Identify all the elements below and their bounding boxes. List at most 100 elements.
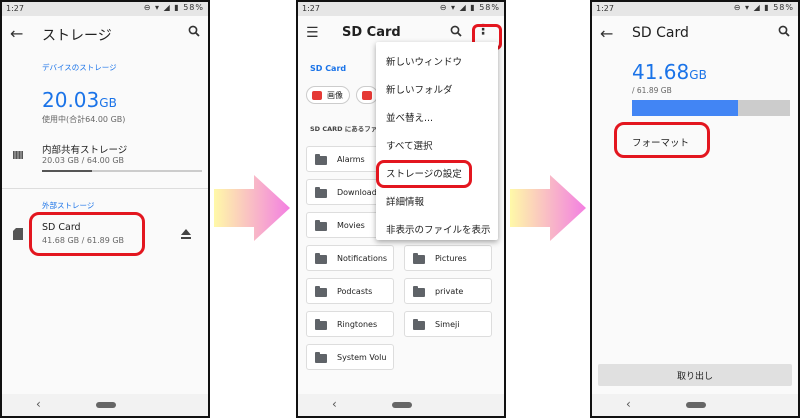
internal-storage-progress-fill: [42, 170, 92, 172]
status-icons: ⊖ ▾ ◢ ▮ 58%: [144, 3, 204, 12]
folder-icon: [315, 352, 327, 363]
sd-used-amount: 41.68GB: [632, 60, 707, 84]
search-icon[interactable]: [188, 25, 200, 41]
files-sd-card-screen: 1:27 ⊖ ▾ ◢ ▮ 58% ☰ SD Card ⋮ SD Card 画像 …: [296, 0, 506, 418]
step-arrow-2: [510, 175, 586, 241]
format-highlight: [614, 122, 710, 158]
images-filter-chip[interactable]: 画像: [306, 86, 350, 104]
folder-label: Download: [337, 188, 377, 197]
folder-item[interactable]: private: [404, 278, 492, 304]
app-bar: ← SD Card: [592, 16, 798, 52]
storage-settings-highlight: [376, 160, 472, 188]
sd-card-highlight: [29, 212, 145, 256]
folder-icon: [315, 220, 327, 231]
navigation-bar: ‹: [592, 394, 798, 416]
folder-item[interactable]: Podcasts: [306, 278, 394, 304]
page-title: SD Card: [342, 25, 401, 40]
menu-item-show-hidden[interactable]: 非表示のファイルを表示: [386, 222, 491, 236]
folder-label: Ringtones: [337, 320, 378, 329]
folder-item[interactable]: Pictures: [404, 245, 492, 271]
folder-icon: [315, 253, 327, 264]
status-bar: 1:27 ⊖ ▾ ◢ ▮ 58%: [592, 2, 798, 16]
overflow-menu: 新しいウィンドウ 新しいフォルダ 並べ替え... すべて選択 ストレージの設定 …: [376, 42, 498, 240]
storage-settings-screen: 1:27 ⊖ ▾ ◢ ▮ 58% ← ストレージ デバイスのストレージ 20.0…: [0, 0, 210, 418]
back-arrow-icon[interactable]: ←: [10, 24, 23, 43]
folder-label: private: [435, 287, 464, 296]
eject-icon[interactable]: [180, 228, 192, 240]
used-storage-unit: GB: [99, 96, 117, 110]
internal-storage-usage: 20.03 GB / 64.00 GB: [42, 156, 125, 165]
status-time: 1:27: [6, 4, 24, 13]
status-indicator-icons: ⊖ ▾ ◢ ▮: [439, 3, 476, 12]
sd-used-unit: GB: [689, 68, 707, 82]
status-time: 1:27: [596, 4, 614, 13]
nav-home-pill[interactable]: [96, 402, 116, 408]
images-chip-label: 画像: [327, 91, 343, 100]
folder-icon: [315, 154, 327, 165]
sd-card-icon: [13, 228, 23, 240]
nav-back-icon[interactable]: ‹: [626, 397, 631, 411]
battery-level: 58%: [479, 3, 500, 12]
folder-icon: [413, 253, 425, 264]
files-section-header: SD CARD にあるファイ: [310, 125, 384, 133]
menu-item-details[interactable]: 詳細情報: [386, 194, 424, 208]
folder-item[interactable]: Notifications: [306, 245, 394, 271]
folder-label: Movies: [337, 221, 365, 230]
eject-button-label: 取り出し: [676, 372, 713, 382]
status-bar: 1:27 ⊖ ▾ ◢ ▮ 58%: [2, 2, 208, 16]
sd-total-caption: / 61.89 GB: [632, 86, 672, 95]
folder-item[interactable]: Simeji: [404, 311, 492, 337]
breadcrumb[interactable]: SD Card: [310, 64, 346, 73]
eject-button[interactable]: 取り出し: [598, 364, 792, 386]
sd-used-value: 41.68: [632, 60, 690, 84]
battery-level: 58%: [773, 3, 794, 12]
folder-label: Alarms: [337, 155, 365, 164]
nav-home-pill[interactable]: [392, 402, 412, 408]
navigation-bar: ‹: [298, 394, 504, 416]
nav-back-icon[interactable]: ‹: [332, 397, 337, 411]
hamburger-menu-icon[interactable]: ☰: [306, 25, 319, 41]
internal-storage-progress-track: [42, 170, 202, 172]
step-arrow-1: [214, 175, 290, 241]
memory-chip-icon: [13, 150, 23, 160]
device-storage-label: デバイスのストレージ: [42, 63, 117, 72]
audio-filter-chip[interactable]: [356, 86, 378, 104]
back-arrow-icon[interactable]: ←: [600, 24, 613, 43]
status-indicator-icons: ⊖ ▾ ◢ ▮: [143, 3, 180, 12]
section-divider: [2, 188, 208, 189]
nav-back-icon[interactable]: ‹: [36, 397, 41, 411]
menu-item-new-folder[interactable]: 新しいフォルダ: [386, 82, 453, 96]
page-title: ストレージ: [42, 28, 112, 44]
used-storage-caption: 使用中(合計64.00 GB): [42, 115, 126, 124]
used-storage-amount: 20.03GB: [42, 88, 117, 112]
folder-item[interactable]: System Volu: [306, 344, 394, 370]
navigation-bar: ‹: [2, 394, 208, 416]
battery-level: 58%: [183, 3, 204, 12]
folder-icon: [315, 319, 327, 330]
sd-card-settings-screen: 1:27 ⊖ ▾ ◢ ▮ 58% ← SD Card 41.68GB / 61.…: [590, 0, 800, 418]
sd-usage-progress-track: [632, 100, 790, 116]
status-time: 1:27: [302, 4, 320, 13]
menu-item-sort[interactable]: 並べ替え...: [386, 110, 433, 124]
image-icon: [312, 91, 322, 100]
folder-icon: [315, 187, 327, 198]
search-icon[interactable]: [778, 25, 790, 41]
folder-label: Notifications: [337, 254, 388, 263]
sd-usage-progress-fill: [632, 100, 738, 116]
folder-item[interactable]: Ringtones: [306, 311, 394, 337]
headphones-icon: [362, 91, 372, 100]
status-icons: ⊖ ▾ ◢ ▮ 58%: [734, 3, 794, 12]
folder-label: Podcasts: [337, 287, 373, 296]
folder-icon: [413, 319, 425, 330]
menu-item-new-window[interactable]: 新しいウィンドウ: [386, 54, 462, 68]
nav-home-pill[interactable]: [686, 402, 706, 408]
external-storage-label: 外部ストレージ: [42, 201, 95, 210]
folder-label: Simeji: [435, 320, 460, 329]
status-indicator-icons: ⊖ ▾ ◢ ▮: [733, 3, 770, 12]
internal-storage-title: 内部共有ストレージ: [42, 145, 128, 156]
menu-item-select-all[interactable]: すべて選択: [386, 138, 432, 152]
folder-icon: [413, 286, 425, 297]
status-bar: 1:27 ⊖ ▾ ◢ ▮ 58%: [298, 2, 504, 16]
page-title: SD Card: [632, 25, 689, 41]
search-icon[interactable]: [450, 25, 462, 41]
